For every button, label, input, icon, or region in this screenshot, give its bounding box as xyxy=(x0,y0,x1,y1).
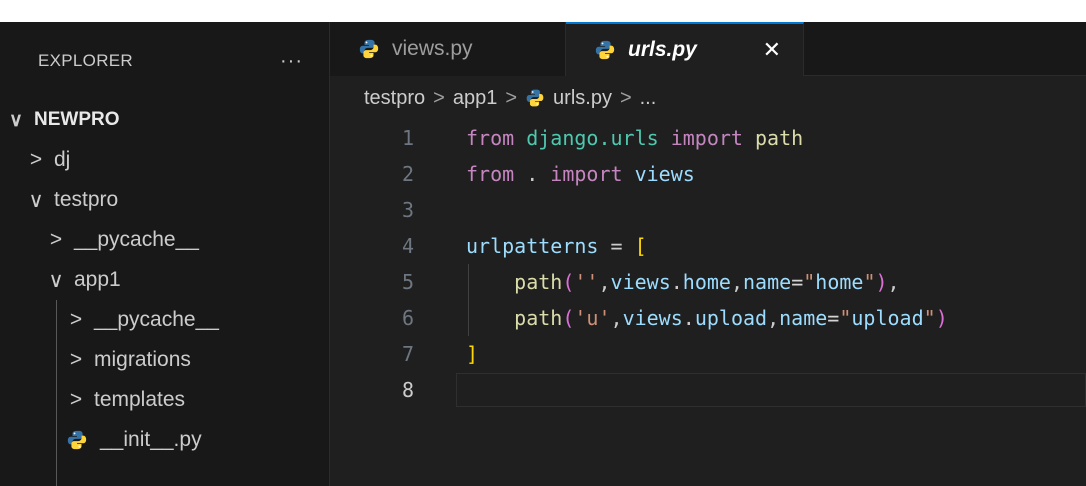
breadcrumb-item-symbols[interactable]: ... xyxy=(640,87,657,110)
chevron-right-icon: > xyxy=(69,388,83,411)
code-text: urlpatterns = [ xyxy=(466,234,647,258)
explorer-header: EXPLORER ··· xyxy=(0,22,329,100)
tree-file-init-py[interactable]: __init__.py xyxy=(66,420,202,460)
tree-item-label: __pycache__ xyxy=(94,308,219,331)
code-text: path('',views.home,name="home"), xyxy=(514,270,900,294)
line-number: 7 xyxy=(401,342,414,366)
tree-item-label: testpro xyxy=(54,188,119,211)
chevron-right-icon: > xyxy=(69,308,83,331)
line-number: 5 xyxy=(401,270,414,294)
code-line[interactable]: 6 path('u',views.upload,name="upload") xyxy=(330,300,1086,336)
tree-folder-dj[interactable]: > dj xyxy=(24,140,71,180)
tree-folder-app1[interactable]: ∨ app1 xyxy=(44,260,121,300)
tab-urls-py[interactable]: urls.py ✕ xyxy=(566,22,804,76)
tree-item-label: dj xyxy=(54,148,71,171)
tree-folder-templates[interactable]: > templates xyxy=(64,380,185,420)
chevron-down-icon: ∨ xyxy=(48,268,64,292)
title-bar-strip xyxy=(0,0,1086,22)
tab-bar: views.py urls.py ✕ xyxy=(330,22,1086,76)
line-number: 3 xyxy=(401,198,414,222)
chevron-right-icon: > xyxy=(29,148,43,171)
line-number: 4 xyxy=(401,234,414,258)
tree-item-label: migrations xyxy=(94,348,191,371)
code-line[interactable]: 4 urlpatterns = [ xyxy=(330,228,1086,264)
chevron-right-icon: > xyxy=(69,348,83,371)
breadcrumb-separator: > xyxy=(505,86,518,109)
chevron-down-icon: ∨ xyxy=(9,109,23,131)
code-text: from django.urls import path xyxy=(466,126,804,150)
python-icon xyxy=(66,429,88,451)
code-text: ] xyxy=(466,342,479,366)
tree-item-label: templates xyxy=(94,388,186,411)
breadcrumb-separator: > xyxy=(619,86,632,109)
python-icon xyxy=(525,88,545,108)
close-icon[interactable]: ✕ xyxy=(763,37,781,63)
tab-views-py[interactable]: views.py xyxy=(330,22,566,76)
breadcrumb-item-testpro[interactable]: testpro xyxy=(364,87,425,110)
ellipsis-icon[interactable]: ··· xyxy=(280,50,303,73)
code-text: from . import views xyxy=(466,162,695,186)
code-editor[interactable]: 1 from django.urls import path 2 from . imp… xyxy=(330,120,1086,408)
line-number: 1 xyxy=(401,126,414,150)
current-line-highlight xyxy=(456,373,1086,407)
explorer-sidebar: EXPLORER ··· ∨ NEWPRO > dj ∨ testpro > _… xyxy=(0,22,330,486)
breadcrumb-item-urls-py[interactable]: urls.py xyxy=(553,87,612,110)
code-line[interactable]: 5 path('',views.home,name="home"), xyxy=(330,264,1086,300)
tree-item-label: NEWPRO xyxy=(34,109,120,130)
code-line[interactable]: 7] xyxy=(330,336,1086,372)
tab-label: views.py xyxy=(392,37,473,60)
editor-area: views.py urls.py ✕ testpro > app1 > urls… xyxy=(330,22,1086,486)
line-number: 6 xyxy=(401,306,414,330)
code-text: path('u',views.upload,name="upload") xyxy=(514,306,948,330)
tree-item-label: __init__.py xyxy=(100,428,202,451)
tree-folder-pycache[interactable]: > __pycache__ xyxy=(44,220,199,260)
tree-folder-testpro[interactable]: ∨ testpro xyxy=(24,180,118,220)
line-number: 8 xyxy=(401,378,414,402)
code-line[interactable]: 2 from . import views xyxy=(330,156,1086,192)
code-line[interactable]: 1 from django.urls import path xyxy=(330,120,1086,156)
explorer-title: EXPLORER xyxy=(38,51,133,70)
tree-item-label: app1 xyxy=(74,268,121,291)
python-icon xyxy=(358,38,380,60)
tree-item-label: __pycache__ xyxy=(74,228,199,251)
tab-label: urls.py xyxy=(628,38,697,61)
tree-indent-guide xyxy=(56,300,57,486)
chevron-right-icon: > xyxy=(49,228,63,251)
tree-root-newpro[interactable]: ∨ NEWPRO xyxy=(4,100,120,140)
code-line[interactable]: 3 xyxy=(330,192,1086,228)
breadcrumb: testpro > app1 > urls.py > ... xyxy=(330,76,1086,120)
python-icon xyxy=(594,39,616,61)
line-number: 2 xyxy=(401,162,414,186)
tree-folder-app1-pycache[interactable]: > __pycache__ xyxy=(64,300,219,340)
chevron-down-icon: ∨ xyxy=(28,188,44,212)
code-indent-guide xyxy=(468,264,469,336)
tree-folder-migrations[interactable]: > migrations xyxy=(64,340,191,380)
code-line[interactable]: 8 xyxy=(330,372,1086,408)
breadcrumb-item-app1[interactable]: app1 xyxy=(453,87,498,110)
breadcrumb-separator: > xyxy=(433,86,445,109)
